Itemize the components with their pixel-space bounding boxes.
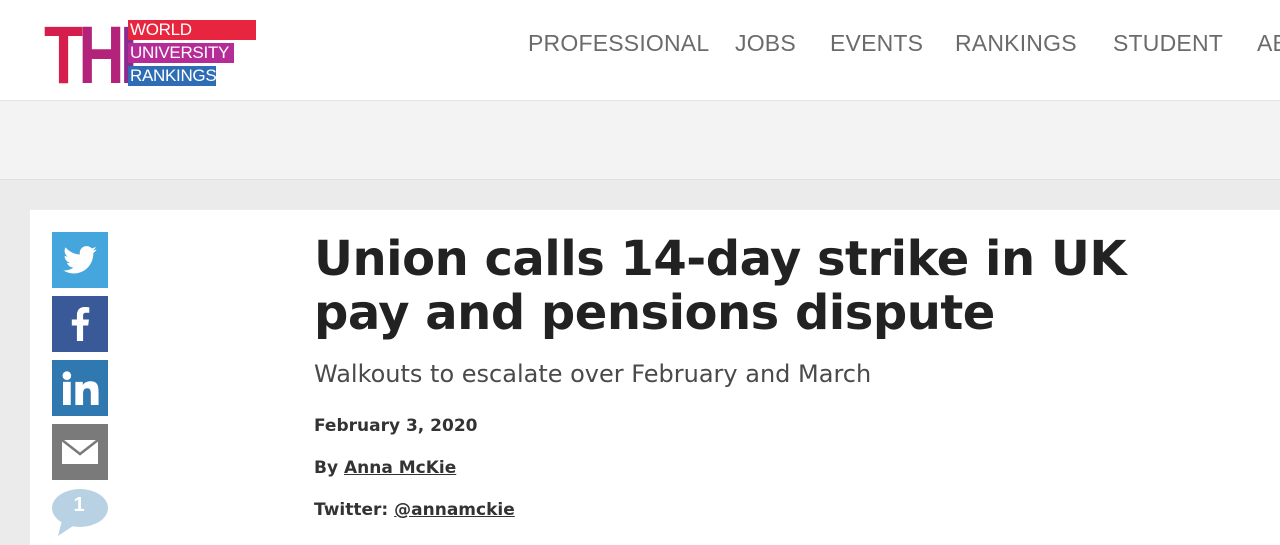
author-link[interactable]: Anna McKie <box>344 458 456 478</box>
comments-button[interactable]: 1 <box>52 488 110 538</box>
facebook-share-button[interactable] <box>52 296 108 352</box>
author-twitter: Twitter: @annamckie <box>314 500 1214 520</box>
nav-item-jobs[interactable]: JOBS <box>735 30 796 57</box>
linkedin-icon <box>62 371 99 405</box>
comment-count: 1 <box>73 494 85 516</box>
byline-prefix: By <box>314 458 339 478</box>
twitter-handle-link[interactable]: @annamckie <box>394 500 515 520</box>
email-icon <box>61 439 99 464</box>
article-byline: By Anna McKie <box>314 458 1214 478</box>
nav-item-professional[interactable]: PROFESSIONAL <box>528 30 709 57</box>
article-date: February 3, 2020 <box>314 416 478 436</box>
email-share-button[interactable] <box>52 424 108 480</box>
main-nav: PROFESSIONAL JOBS EVENTS RANKINGS STUDEN… <box>0 0 1280 100</box>
linkedin-share-button[interactable] <box>52 360 108 416</box>
nav-item-truncated[interactable]: AB <box>1257 30 1280 57</box>
share-bar: 1 <box>52 232 108 538</box>
nav-item-student[interactable]: STUDENT <box>1113 30 1223 57</box>
nav-item-events[interactable]: EVENTS <box>830 30 923 57</box>
facebook-icon <box>71 307 90 341</box>
twitter-share-button[interactable] <box>52 232 108 288</box>
article-headline: Union calls 14-day strike in UK pay and … <box>314 231 1127 341</box>
site-header: THE WORLD UNIVERSITY RANKINGS PROFESSION… <box>0 0 1280 101</box>
ad-banner-area <box>0 101 1280 180</box>
twitter-prefix: Twitter: <box>314 500 389 520</box>
article-header: Union calls 14-day strike in UK pay and … <box>314 232 1214 520</box>
article-standfirst: Walkouts to escalate over February and M… <box>314 360 872 388</box>
twitter-icon <box>63 246 97 274</box>
nav-item-rankings[interactable]: RANKINGS <box>955 30 1077 57</box>
article-card: 1 Union calls 14-day strike in UK pay an… <box>30 210 1280 545</box>
